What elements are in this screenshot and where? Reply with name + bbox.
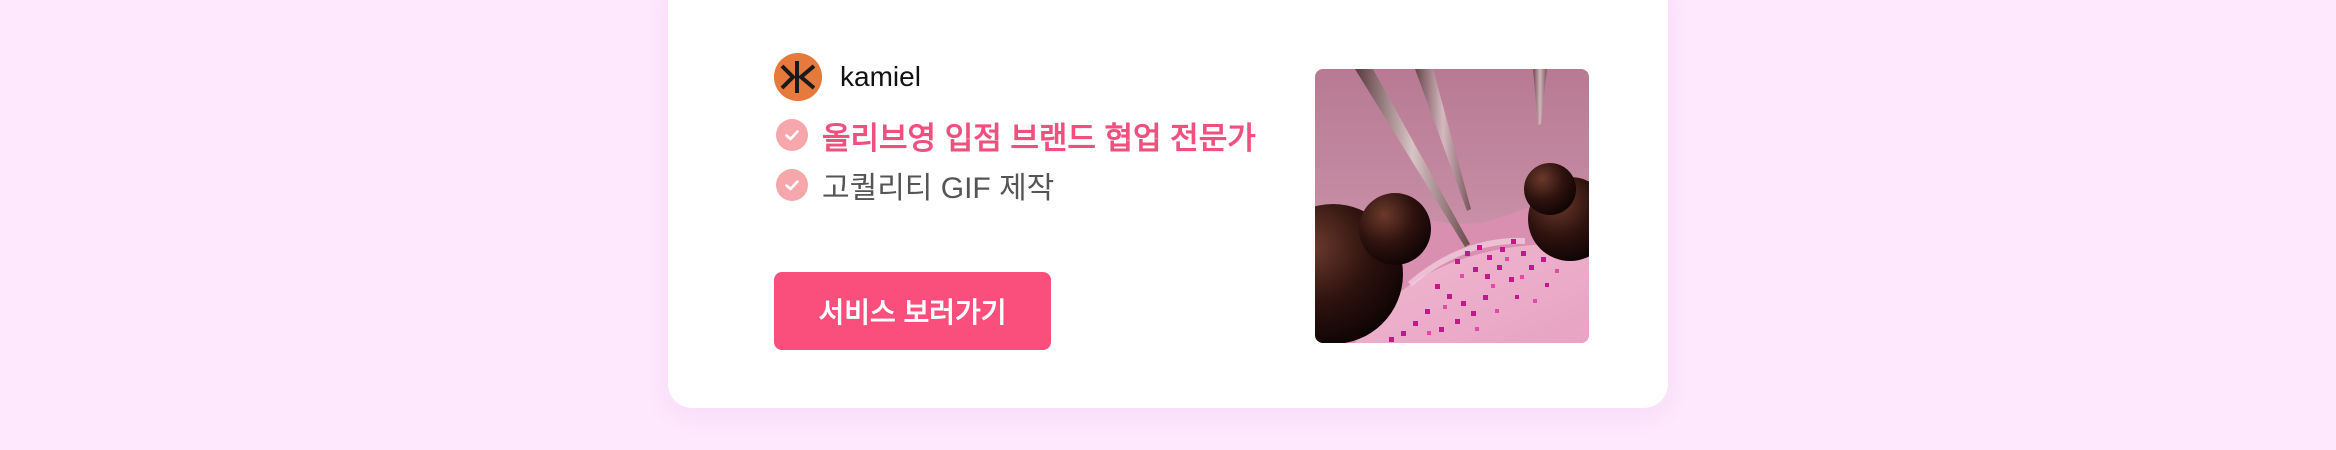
kamiel-logo-icon <box>774 53 822 101</box>
check-icon <box>776 119 808 151</box>
feature-text: 올리브영 입점 브랜드 협업 전문가 <box>822 120 1256 156</box>
feature-text: 고퀄리티 GIF 제작 <box>822 172 1055 205</box>
feature-item: 고퀄리티 GIF 제작 <box>776 160 1256 210</box>
feature-list: 올리브영 입점 브랜드 협업 전문가 고퀄리티 GIF 제작 <box>776 110 1256 210</box>
service-card[interactable]: kamiel 올리브영 입점 브랜드 협업 전문가 고퀄리티 GIF 제작 서비… <box>668 0 1668 408</box>
feature-item: 올리브영 입점 브랜드 협업 전문가 <box>776 110 1256 160</box>
3d-render-thumbnail[interactable] <box>1315 69 1589 343</box>
check-icon <box>776 169 808 201</box>
author-profile[interactable]: kamiel <box>774 53 921 101</box>
author-name: kamiel <box>840 61 921 92</box>
view-service-button[interactable]: 서비스 보러가기 <box>774 272 1051 350</box>
